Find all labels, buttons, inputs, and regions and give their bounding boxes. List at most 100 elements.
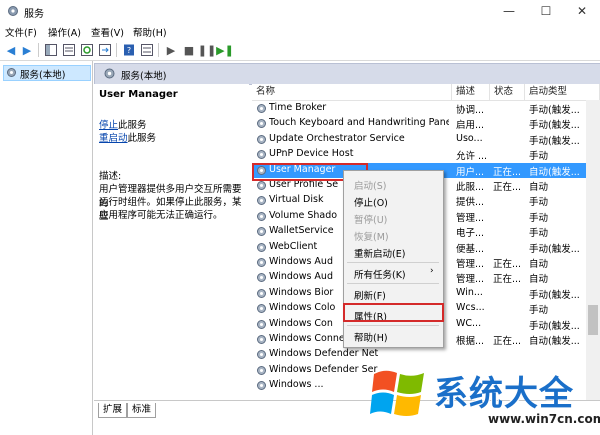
cell-desc: 根据... — [456, 336, 485, 347]
gear-icon — [257, 365, 266, 375]
toolbar-separator — [158, 43, 159, 57]
help-book-icon[interactable]: ? — [122, 43, 136, 57]
stop-icon[interactable]: ■ — [182, 43, 196, 57]
gear-icon — [257, 134, 266, 144]
toolbar-separator — [38, 43, 39, 57]
menu-action[interactable]: 操作(A) — [48, 25, 81, 39]
menu-separator — [347, 283, 439, 284]
tab-standard[interactable]: 标准 — [127, 403, 157, 418]
gear-icon — [257, 350, 266, 360]
minimize-button[interactable]: — — [491, 0, 527, 22]
back-arrow-icon[interactable]: ◀ — [4, 43, 18, 57]
title-bar: 服务 — ☐ ✕ — [0, 0, 600, 23]
menu-item-all-tasks[interactable]: 所有任务(K) — [354, 267, 406, 281]
gear-icon — [257, 242, 266, 252]
gear-icon — [257, 104, 266, 113]
menu-item-resume[interactable]: 恢复(M) — [354, 229, 389, 243]
site-watermark: 系统大全 www.win7cn.com — [360, 356, 600, 435]
restart-service-action: 重启动此服务 — [99, 130, 156, 144]
gear-icon — [257, 288, 266, 298]
cell-name: Time Broker — [269, 102, 327, 113]
description-label: 描述: — [99, 171, 122, 182]
toolbar-separator — [116, 43, 117, 57]
menu-item-refresh[interactable]: 刷新(F) — [354, 288, 386, 302]
column-header-row: 名称 描述 状态 启动类型 — [252, 84, 600, 101]
menu-item-start[interactable]: 启动(S) — [354, 178, 386, 192]
windows-flag-logo — [370, 370, 424, 416]
watermark-title: 系统大全 — [434, 374, 574, 414]
menu-separator — [347, 262, 439, 263]
cell-desc: 管理... — [456, 212, 485, 224]
menu-help[interactable]: 帮助(H) — [133, 25, 167, 39]
scrollbar-thumb[interactable] — [588, 305, 598, 335]
menu-view[interactable]: 查看(V) — [91, 25, 124, 39]
cell-desc: 便基... — [456, 243, 485, 255]
gear-icon — [257, 319, 266, 329]
cell-desc: 管理... — [456, 274, 485, 286]
cell-desc: 电子... — [456, 228, 485, 240]
cell-name: Update Orchestrator Service — [269, 132, 405, 144]
gear-icon — [104, 68, 115, 79]
gear-icon — [257, 211, 266, 221]
cell-desc: Uso... — [456, 132, 483, 144]
refresh-icon[interactable] — [80, 43, 94, 57]
column-header-description[interactable]: 描述 — [452, 84, 490, 100]
stop-service-action: 停止此服务 — [99, 117, 147, 131]
menu-item-stop[interactable]: 停止(O) — [354, 195, 388, 209]
gear-icon — [257, 181, 266, 190]
properties-icon[interactable] — [140, 43, 154, 57]
cell-desc: WC... — [456, 317, 482, 329]
toolbar: ◀ ▶ ? ▶ ■ ❚❚ ▶❚ — [0, 40, 600, 61]
table-row[interactable]: UPnP Device Host 允许 ... 手动 — [252, 147, 600, 162]
table-row[interactable]: Touch Keyboard and Handwriting Panel ...… — [252, 116, 600, 131]
cell-desc: 管理... — [456, 259, 485, 270]
cell-name: UPnP Device Host — [269, 148, 354, 160]
menu-item-restart[interactable]: 重新启动(E) — [354, 246, 405, 260]
vertical-scrollbar[interactable] — [586, 100, 600, 400]
column-header-startup-type[interactable]: 启动类型 — [525, 84, 600, 100]
maximize-button[interactable]: ☐ — [528, 0, 564, 22]
menu-item-help[interactable]: 帮助(H) — [354, 330, 388, 344]
list-view-icon[interactable] — [62, 43, 76, 57]
cell-status: 正在... — [493, 259, 522, 270]
gear-icon — [257, 273, 266, 283]
console-tree-icon[interactable] — [44, 43, 58, 57]
window-title: 服务 — [24, 9, 44, 20]
svg-text:?: ? — [127, 46, 131, 55]
cell-status: 正在... — [493, 166, 522, 178]
restart-link[interactable]: 重启动 — [99, 133, 128, 144]
cell-desc: 提供... — [456, 197, 485, 209]
forward-arrow-icon[interactable]: ▶ — [20, 43, 34, 57]
column-header-name[interactable]: 名称 — [252, 84, 452, 100]
cell-status: 正在... — [493, 274, 522, 286]
gear-icon — [257, 258, 266, 267]
play-icon[interactable]: ▶ — [164, 43, 178, 57]
menu-file[interactable]: 文件(F) — [5, 25, 37, 39]
menu-item-pause[interactable]: 暂停(U) — [354, 212, 387, 226]
cell-desc: 用户... — [456, 166, 485, 178]
restart-icon[interactable]: ▶❚ — [216, 43, 234, 57]
table-row[interactable]: Update Orchestrator Service Uso... 手动(触发..… — [252, 132, 600, 147]
description-line: 应用程序可能无法正确运行。 — [99, 210, 223, 221]
service-detail-panel: User Manager 停止此服务 重启动此服务 描述: 用户管理器提供多用户… — [94, 84, 249, 400]
cell-desc: Wcs... — [456, 302, 485, 314]
gear-icon — [257, 304, 266, 314]
menu-bar: 文件(F) 操作(A) 查看(V) 帮助(H) — [0, 22, 600, 40]
table-row[interactable]: Time Broker 协调... 手动(触发... — [252, 101, 600, 116]
close-button[interactable]: ✕ — [564, 0, 600, 22]
watermark-url: www.win7cn.com — [488, 412, 600, 426]
cell-desc: Win... — [456, 286, 483, 298]
export-list-icon[interactable] — [98, 43, 112, 57]
cell-desc: 允许 ... — [456, 151, 488, 163]
restart-link-suffix: 此服务 — [127, 133, 157, 144]
pause-icon[interactable]: ❚❚ — [198, 43, 216, 57]
cell-status: 正在... — [493, 182, 522, 193]
services-app-icon — [8, 6, 18, 16]
gear-icon — [257, 150, 266, 160]
tab-extended[interactable]: 扩展 — [98, 403, 128, 418]
tree-item-services-local[interactable]: 服务(本地) — [3, 65, 91, 81]
highlight-box-properties — [343, 303, 444, 322]
chevron-right-icon: › — [430, 266, 434, 276]
column-header-status[interactable]: 状态 — [490, 84, 525, 100]
console-tree: 服务(本地) — [0, 61, 93, 435]
